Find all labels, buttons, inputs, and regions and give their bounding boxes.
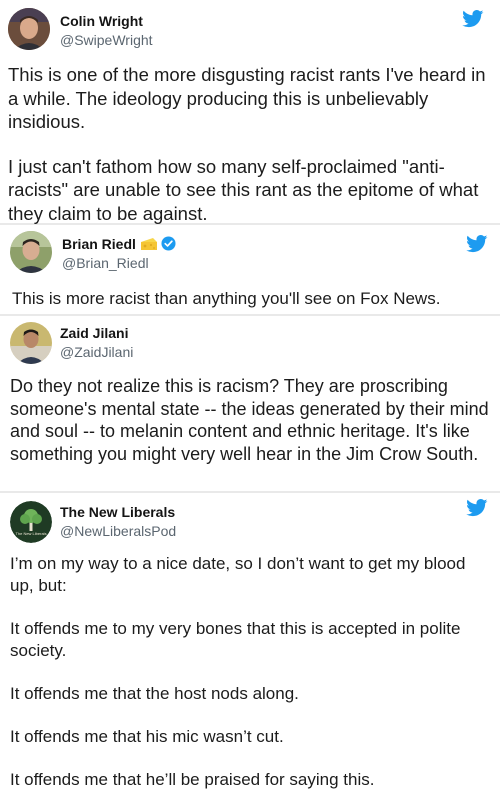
display-name[interactable]: The New Liberals <box>60 504 175 520</box>
tweet-card-the-new-liberals: The New Liberals The New Liberals @NewLi… <box>0 493 500 801</box>
user-handle[interactable]: @Brian_Riedl <box>62 255 149 271</box>
tweet-card-colin-wright: Colin Wright @SwipeWright This is one of… <box>0 0 500 225</box>
twitter-bird-icon <box>466 499 488 517</box>
tweet-paragraph: It offends me that he’ll be praised for … <box>10 770 375 789</box>
user-handle[interactable]: @ZaidJilani <box>60 344 133 360</box>
tweet-paragraph: It offends me that the host nods along. <box>10 684 299 703</box>
tweet-paragraph: Do they not realize this is racism? They… <box>10 376 489 464</box>
user-handle[interactable]: @SwipeWright <box>60 32 153 48</box>
tweet-paragraph: It offends me that his mic wasn’t cut. <box>10 727 284 746</box>
display-name[interactable]: Colin Wright <box>60 13 143 29</box>
tweet-paragraph: This is one of the more disgusting racis… <box>8 64 486 132</box>
avatar[interactable] <box>10 231 52 273</box>
twitter-bird-icon <box>466 235 488 253</box>
twitter-bird-icon <box>462 10 484 28</box>
display-name[interactable]: Zaid Jilani <box>60 325 128 341</box>
tweet-text: Do they not realize this is racism? They… <box>10 375 496 465</box>
cheese-emoji-icon <box>140 238 157 250</box>
tweet-paragraph: I’m on my way to a nice date, so I don’t… <box>10 554 466 595</box>
avatar[interactable]: The New Liberals <box>10 501 52 543</box>
tweet-paragraph: It offends me to my very bones that this… <box>10 619 461 660</box>
tweet-paragraph: I just can't fathom how so many self-pro… <box>8 155 479 224</box>
avatar[interactable] <box>10 322 52 364</box>
tweet-paragraph: This is more racist than anything you'll… <box>12 289 441 308</box>
tweet-text: This is more racist than anything you'll… <box>12 288 496 310</box>
display-name[interactable]: Brian Riedl <box>62 236 176 252</box>
tweet-text: I’m on my way to a nice date, so I don’t… <box>10 553 490 791</box>
avatar[interactable] <box>8 8 50 50</box>
tweet-card-brian-riedl: Brian Riedl @Brian_Riedl This is more ra… <box>0 225 500 314</box>
avatar-caption: The New Liberals <box>15 531 47 536</box>
verified-badge-icon <box>161 236 176 251</box>
user-handle[interactable]: @NewLiberalsPod <box>60 523 176 539</box>
tweet-card-zaid-jilani: Zaid Jilani @ZaidJilani Do they not real… <box>0 316 500 491</box>
tweet-text: This is one of the more disgusting racis… <box>8 63 496 225</box>
display-name-text[interactable]: Brian Riedl <box>62 236 136 252</box>
